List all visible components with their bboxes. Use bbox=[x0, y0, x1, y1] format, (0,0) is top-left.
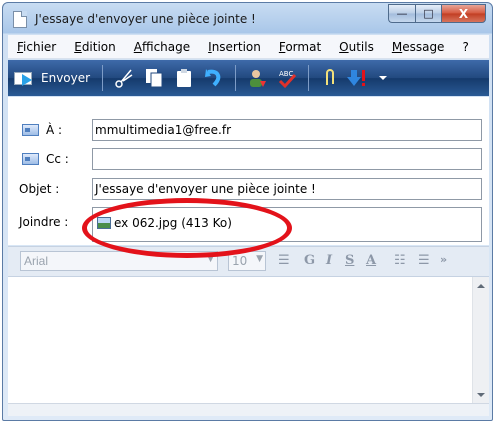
menu-bar: Fichier Edition Affichage Insertion Form… bbox=[8, 35, 489, 59]
message-icon bbox=[13, 11, 27, 28]
attach-label: Joindre : bbox=[19, 215, 69, 229]
menu-help[interactable]: ? bbox=[453, 40, 477, 54]
send-label: Envoyer bbox=[41, 71, 91, 85]
chevron-down-icon: ▼ bbox=[256, 254, 263, 264]
maximize-button[interactable]: □ bbox=[415, 4, 441, 23]
bullet-list-icon[interactable]: ☰ bbox=[418, 253, 430, 268]
undo-icon[interactable] bbox=[199, 64, 229, 92]
menu-affichage[interactable]: Affichage bbox=[125, 40, 199, 54]
subject-label: Objet : bbox=[19, 182, 60, 196]
contacts-icon[interactable] bbox=[242, 64, 272, 92]
address-book-icon[interactable] bbox=[22, 153, 39, 165]
address-book-icon[interactable] bbox=[22, 124, 39, 136]
size-value: 10 bbox=[232, 254, 248, 268]
cc-row: Cc : bbox=[8, 146, 489, 172]
subject-row: Objet : J'essaye d'envoyer une pièce joi… bbox=[8, 176, 489, 202]
image-file-icon bbox=[97, 217, 111, 229]
paste-icon[interactable] bbox=[169, 64, 199, 92]
toolbar-separator bbox=[102, 65, 104, 91]
attachment-name: ex 062.jpg (413 Ko) bbox=[114, 216, 232, 230]
attachment-item[interactable]: ex 062.jpg (413 Ko) bbox=[97, 216, 232, 230]
header-fields: À : mmultimedia1@free.fr Cc : Objet : J'… bbox=[8, 97, 489, 245]
cc-label: Cc : bbox=[46, 152, 69, 166]
menu-insertion[interactable]: Insertion bbox=[199, 40, 270, 54]
minimize-button[interactable]: — bbox=[388, 4, 415, 23]
status-bar bbox=[8, 403, 489, 416]
subject-input[interactable]: J'essaye d'envoyer une pièce jointe ! bbox=[92, 178, 482, 200]
font-value: Arial bbox=[24, 254, 49, 268]
menu-fichier[interactable]: Fichier bbox=[8, 40, 65, 54]
spellcheck-icon[interactable]: ABC bbox=[272, 64, 302, 92]
toolbar-separator bbox=[235, 65, 237, 91]
to-row: À : mmultimedia1@free.fr bbox=[8, 117, 489, 143]
main-toolbar: Envoyer ABC bbox=[8, 60, 489, 96]
cc-input[interactable] bbox=[92, 148, 482, 170]
message-body[interactable] bbox=[8, 276, 489, 416]
vertical-scrollbar[interactable] bbox=[472, 277, 489, 404]
attachment-box[interactable]: ex 062.jpg (413 Ko) bbox=[92, 207, 482, 242]
scissors-icon[interactable] bbox=[109, 64, 139, 92]
svg-text:ABC: ABC bbox=[279, 70, 293, 78]
window-title: J'essaye d'envoyer une pièce jointe ! bbox=[35, 12, 256, 26]
menu-message[interactable]: Message bbox=[383, 40, 454, 54]
paragraph-style-icon[interactable]: ☰ bbox=[278, 253, 290, 268]
more-options-icon[interactable]: » bbox=[440, 253, 447, 266]
format-toolbar: Arial ▼ 10 ▼ ☰ G I S A ☷ ☰ » bbox=[8, 246, 489, 276]
font-size-select[interactable]: 10 ▼ bbox=[228, 251, 266, 271]
bold-button[interactable]: G bbox=[304, 253, 315, 268]
italic-button[interactable]: I bbox=[326, 253, 332, 268]
send-icon bbox=[14, 70, 36, 87]
scroll-down-icon[interactable] bbox=[477, 393, 485, 397]
send-button[interactable]: Envoyer bbox=[8, 64, 96, 92]
scroll-up-icon[interactable] bbox=[477, 284, 485, 288]
menu-outils[interactable]: Outils bbox=[330, 40, 383, 54]
menu-format[interactable]: Format bbox=[270, 40, 330, 54]
compose-window: J'essaye d'envoyer une pièce jointe ! — … bbox=[2, 2, 493, 421]
to-label: À : bbox=[46, 123, 63, 137]
window-controls: — □ X bbox=[388, 4, 486, 23]
title-bar[interactable]: J'essaye d'envoyer une pièce jointe ! — … bbox=[3, 3, 492, 35]
chevron-down-icon[interactable] bbox=[375, 64, 391, 92]
priority-icon[interactable] bbox=[345, 64, 375, 92]
chevron-down-icon: ▼ bbox=[206, 254, 215, 264]
to-input[interactable]: mmultimedia1@free.fr bbox=[92, 119, 482, 141]
copy-icon[interactable] bbox=[139, 64, 169, 92]
attach-icon[interactable] bbox=[315, 64, 345, 92]
menu-edition[interactable]: Edition bbox=[65, 40, 125, 54]
underline-button[interactable]: S bbox=[345, 253, 354, 268]
toolbar-separator bbox=[308, 65, 310, 91]
font-select[interactable]: Arial ▼ bbox=[20, 251, 218, 271]
numbered-list-icon[interactable]: ☷ bbox=[394, 253, 406, 268]
font-color-button[interactable]: A bbox=[366, 253, 376, 268]
close-button[interactable]: X bbox=[441, 4, 486, 23]
